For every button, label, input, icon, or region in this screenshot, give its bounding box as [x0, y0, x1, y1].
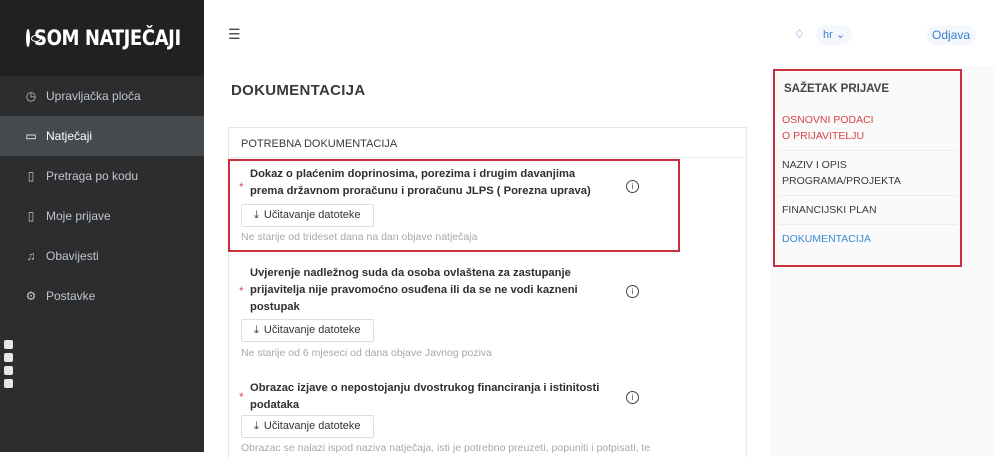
- document-title-line: Dokaz o plaćenim doprinosima, porezima i…: [250, 168, 576, 180]
- summary-item-naziv-i-opis[interactable]: NAZIV I OPIS PROGRAMA/PROJEKTA: [779, 151, 957, 196]
- document-hint: Ne starije od 6 mjeseci od dana objave J…: [241, 347, 492, 359]
- info-icon[interactable]: i: [626, 391, 639, 404]
- required-marker: *: [239, 284, 244, 298]
- sidebar-nav: ◷ Upravljačka ploča ▭ Natječaji ▯ Pretra…: [0, 76, 204, 316]
- upload-button[interactable]: ⤓ Učitavanje datoteke: [241, 319, 374, 342]
- summary-item-line: PROGRAMA/PROJEKTA: [782, 175, 901, 187]
- sidebar-item-label: Obavijesti: [46, 249, 99, 263]
- screenshot-icon[interactable]: [4, 366, 13, 375]
- summary-item-line: DOKUMENTACIJA: [782, 233, 872, 245]
- bell-icon: ♫: [26, 249, 36, 263]
- sidebar-item-label: Pretraga po kodu: [46, 169, 139, 183]
- camera-icon[interactable]: [4, 340, 13, 349]
- info-icon[interactable]: i: [626, 180, 639, 193]
- upload-button[interactable]: ⤓ Učitavanje datoteke: [241, 204, 374, 227]
- upload-icon: ⤓: [254, 420, 259, 432]
- document-title-line: prijavitelja nije pravomoćno osuđena ili…: [250, 284, 578, 296]
- summary-item-line: FINANCIJSKI PLAN: [782, 204, 877, 216]
- sidebar-item-label: Moje prijave: [46, 209, 111, 223]
- document-title: Uvjerenje nadležnog suda da osoba ovlašt…: [250, 265, 578, 316]
- chevron-down-icon: ⌄: [835, 29, 846, 41]
- sidebar-item-moje-prijave[interactable]: ▯ Moje prijave: [0, 196, 204, 236]
- gear-icon: ⚙: [25, 289, 37, 303]
- sidebar-item-label: Natječaji: [46, 129, 93, 143]
- sidebar-item-upravljacka-ploca[interactable]: ◷ Upravljačka ploča: [0, 76, 204, 116]
- upload-label: Učitavanje datoteke: [263, 209, 361, 221]
- summary-item-osnovni-podaci[interactable]: OSNOVNI PODACI O PRIJAVITELJU: [779, 106, 957, 151]
- notification-bell-icon[interactable]: ♢: [794, 27, 805, 41]
- folder-icon: ▭: [25, 129, 37, 143]
- language-value: hr: [823, 29, 833, 41]
- logout-button[interactable]: Odjava: [926, 25, 977, 45]
- required-marker: *: [239, 390, 244, 404]
- document-title-line: prema državnom proračunu i proračunu JLP…: [250, 185, 591, 197]
- summary-item-dokumentacija[interactable]: DOKUMENTACIJA: [779, 225, 957, 253]
- upload-button[interactable]: ⤓ Učitavanje datoteke: [241, 415, 374, 438]
- info-icon[interactable]: i: [626, 285, 639, 298]
- document-title-line: Uvjerenje nadležnog suda da osoba ovlašt…: [250, 267, 571, 279]
- upload-icon: ⤓: [254, 209, 259, 221]
- sidebar-item-label: Postavke: [46, 289, 96, 303]
- document-item: * Dokaz o plaćenim doprinosima, porezima…: [229, 158, 746, 254]
- sidebar: SOM NATJEČAJI ◷ Upravljačka ploča ▭ Natj…: [0, 0, 204, 452]
- page-title: DOKUMENTACIJA: [231, 82, 366, 99]
- summary-title: SAŽETAK PRIJAVE: [784, 83, 890, 95]
- brand[interactable]: SOM NATJEČAJI: [0, 0, 204, 76]
- upload-icon: ⤓: [254, 324, 259, 336]
- settings-icon[interactable]: [4, 379, 13, 388]
- document-item: * Uvjerenje nadležnog suda da osoba ovla…: [229, 265, 746, 365]
- language-select[interactable]: hr ⌄: [816, 25, 853, 45]
- sidebar-item-pretraga-po-kodu[interactable]: ▯ Pretraga po kodu: [0, 156, 204, 196]
- upload-label: Učitavanje datoteke: [263, 420, 361, 432]
- document-hint: Obrazac se nalazi ispod naziva natječaja…: [241, 442, 651, 454]
- summary-item-financijski-plan[interactable]: FINANCIJSKI PLAN: [779, 196, 957, 225]
- menu-collapse-icon[interactable]: ☰: [228, 26, 241, 43]
- eye-logo-icon: [26, 29, 41, 47]
- document-title: Obrazac izjave o nepostojanju dvostrukog…: [250, 380, 599, 414]
- summary-list: OSNOVNI PODACI O PRIJAVITELJU NAZIV I OP…: [779, 106, 957, 253]
- summary-item-line: NAZIV I OPIS: [782, 159, 847, 171]
- upload-label: Učitavanje datoteke: [263, 324, 361, 336]
- documentation-card: POTREBNA DOKUMENTACIJA * Dokaz o plaćeni…: [228, 127, 747, 458]
- document-icon: ▯: [27, 169, 35, 183]
- document-item: * Obrazac izjave o nepostojanju dvostruk…: [229, 380, 746, 458]
- sidebar-item-label: Upravljačka ploča: [46, 89, 141, 103]
- brand-name: SOM NATJEČAJI: [34, 26, 181, 50]
- document-title: Dokaz o plaćenim doprinosima, porezima i…: [250, 166, 591, 200]
- document-title-line: podataka: [250, 399, 300, 411]
- summary-item-line: O PRIJAVITELJU: [782, 130, 865, 142]
- document-title-line: Obrazac izjave o nepostojanju dvostrukog…: [250, 382, 600, 394]
- summary-item-line: OSNOVNI PODACI: [782, 114, 874, 126]
- side-toolbar: [4, 340, 18, 388]
- topbar: ☰ ♢ hr ⌄ Odjava: [204, 0, 995, 76]
- documentation-header: POTREBNA DOKUMENTACIJA: [229, 128, 746, 158]
- required-marker: *: [239, 180, 244, 194]
- sidebar-item-obavijesti[interactable]: ♫ Obavijesti: [0, 236, 204, 276]
- dashboard-icon: ◷: [25, 89, 37, 103]
- file-icon: ▯: [27, 209, 35, 223]
- document-title-line: postupak: [250, 301, 300, 313]
- sidebar-item-natjecaji[interactable]: ▭ Natječaji: [0, 116, 204, 156]
- video-icon[interactable]: [4, 353, 13, 362]
- sidebar-item-postavke[interactable]: ⚙ Postavke: [0, 276, 204, 316]
- document-hint: Ne starije od trideset dana na dan objav…: [241, 231, 478, 243]
